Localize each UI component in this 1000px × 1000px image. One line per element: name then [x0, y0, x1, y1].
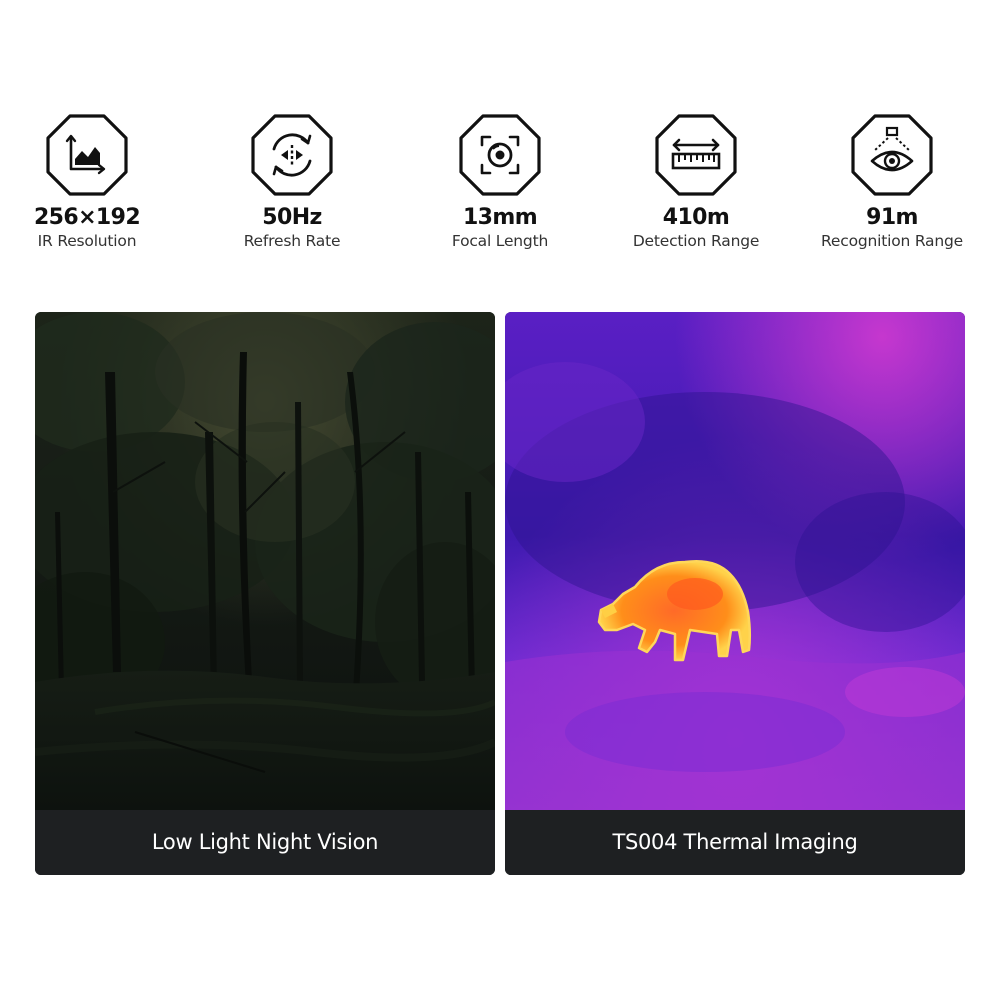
thermal-imaging-caption: TS004 Thermal Imaging	[505, 810, 965, 875]
spec-label: IR Resolution	[37, 232, 137, 250]
spec-value: 256×192	[33, 205, 141, 230]
spec-value: 50Hz	[262, 205, 322, 230]
spec-value: 91m	[866, 205, 918, 230]
focus-lens-icon	[459, 114, 541, 196]
night-vision-caption: Low Light Night Vision	[35, 810, 495, 875]
spec-label: Recognition Range	[821, 232, 963, 250]
eye-recognition-icon	[851, 114, 933, 196]
night-vision-panel: Low Light Night Vision	[35, 312, 495, 875]
resolution-chart-icon	[46, 114, 128, 196]
spec-detection-range: 410m Detection Range	[601, 113, 791, 251]
spec-label: Focal Length	[451, 232, 549, 250]
spec-label: Refresh Rate	[243, 232, 341, 250]
spec-recognition-range: 91m Recognition Range	[797, 113, 987, 251]
spec-value: 410m	[662, 205, 730, 230]
spec-refresh-rate: 50Hz Refresh Rate	[197, 113, 387, 251]
refresh-rotate-icon	[251, 114, 333, 196]
spec-value: 13mm	[462, 205, 538, 230]
spec-row: 256×192 IR Resolution 50Hz Refresh Rate	[0, 113, 1000, 273]
spec-focal-length: 13mm Focal Length	[405, 113, 595, 251]
spec-ir-resolution: 256×192 IR Resolution	[0, 113, 182, 251]
ruler-distance-icon	[655, 114, 737, 196]
product-comparison-page: 256×192 IR Resolution 50Hz Refresh Rate	[0, 0, 1000, 1000]
dark-forest-image	[35, 312, 495, 810]
thermal-imaging-panel: TS004 Thermal Imaging	[505, 312, 965, 875]
thermal-animal-image	[505, 312, 965, 810]
spec-label: Detection Range	[632, 232, 760, 250]
